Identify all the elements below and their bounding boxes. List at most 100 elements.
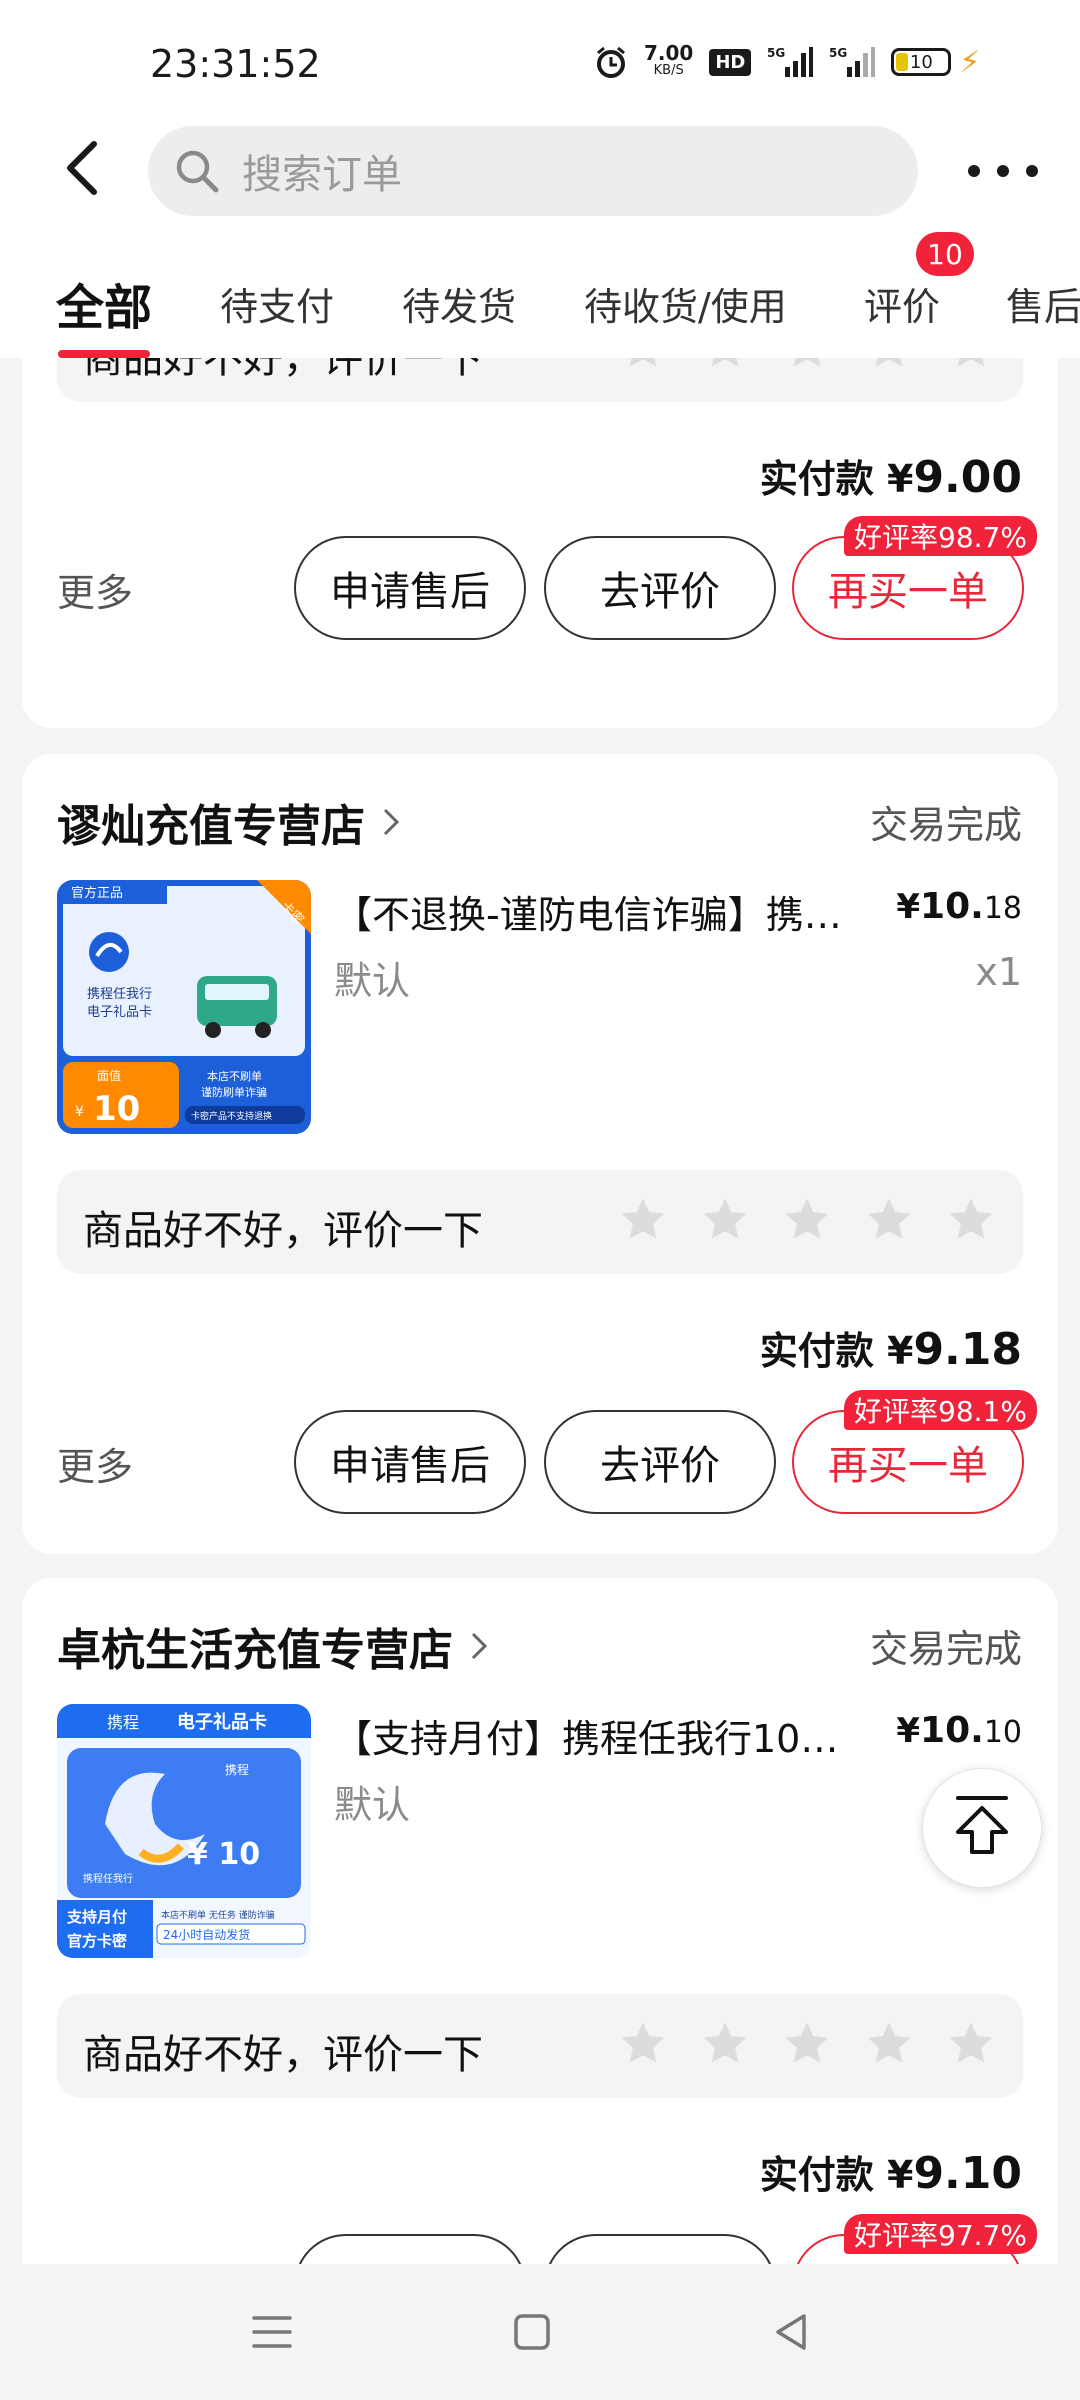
- svg-text:支持月付: 支持月付: [66, 1908, 127, 1926]
- rating-rate-tag: 好评率97.7%: [844, 2214, 1037, 2254]
- review-prompt-box[interactable]: 商品好不好，评价一下: [57, 1170, 1023, 1274]
- rating-stars[interactable]: [617, 2018, 997, 2070]
- chevron-right-icon: [381, 808, 409, 836]
- product-thumbnail[interactable]: 官方正品 卡密 携程任我行 电子礼品卡 面值 ¥ 10 本店不刷单 谨防刷单诈骗…: [57, 880, 311, 1134]
- order-card: 卓杭生活充值专营店 交易完成 携程 电子礼品卡 携程 携程任我行 ¥ 10 支持…: [22, 1578, 1058, 2264]
- home-icon[interactable]: [504, 2304, 560, 2360]
- signal-5g-icon: 5G: [829, 45, 876, 79]
- review-button[interactable]: 去评价: [544, 1410, 776, 1514]
- star-icon[interactable]: [617, 1194, 669, 1246]
- chevron-right-icon: [469, 1632, 497, 1660]
- star-icon[interactable]: [617, 2018, 669, 2070]
- star-icon[interactable]: [863, 1194, 915, 1246]
- paid-amount: 实付款 ¥9.00: [759, 452, 1022, 503]
- star-icon[interactable]: [781, 358, 833, 374]
- svg-text:5G: 5G: [767, 46, 785, 60]
- svg-text:电子礼品卡: 电子礼品卡: [87, 1004, 152, 1020]
- more-options-icon[interactable]: [968, 146, 1038, 196]
- product-spec: 默认: [334, 959, 411, 1003]
- review-prompt-box[interactable]: 商品好不好，评价一下: [57, 358, 1023, 402]
- svg-text:5G: 5G: [829, 46, 847, 60]
- tab-all[interactable]: 全部: [56, 268, 152, 338]
- net-speed: 7.00 KB/S: [644, 41, 694, 78]
- star-icon[interactable]: [699, 358, 751, 374]
- review-button[interactable]: [544, 2234, 776, 2264]
- hd-icon: HD: [709, 48, 752, 76]
- star-icon[interactable]: [945, 358, 997, 374]
- after-sale-button[interactable]: 申请售后: [294, 536, 526, 640]
- svg-text:24小时自动发货: 24小时自动发货: [163, 1927, 250, 1942]
- tab-pending-shipment[interactable]: 待发货: [402, 276, 516, 331]
- rating-rate-tag: 好评率98.1%: [844, 1390, 1037, 1430]
- star-icon[interactable]: [863, 2018, 915, 2070]
- status-bar: 23:31:52 7.00 KB/S HD 5G 5G 10 ⚡: [0, 0, 1080, 130]
- signal-5g-icon: 5G: [767, 45, 814, 79]
- status-time: 23:31:52: [150, 42, 321, 86]
- shop-name[interactable]: 谬灿充值专营店: [57, 790, 409, 854]
- back-icon[interactable]: [52, 138, 112, 198]
- after-sale-button[interactable]: 申请售后: [294, 1410, 526, 1514]
- svg-text:¥: ¥: [75, 1104, 84, 1120]
- svg-text:携程: 携程: [225, 1762, 249, 1777]
- rating-rate-tag: 好评率98.7%: [844, 516, 1037, 556]
- tab-review[interactable]: 评价: [864, 276, 940, 331]
- after-sale-button[interactable]: [294, 2234, 526, 2264]
- more-link[interactable]: 更多: [57, 1436, 133, 1491]
- review-prompt-text: 商品好不好，评价一下: [83, 2032, 483, 2078]
- star-icon[interactable]: [781, 1194, 833, 1246]
- star-icon[interactable]: [617, 358, 669, 374]
- svg-text:电子礼品卡: 电子礼品卡: [177, 1711, 267, 1733]
- arrow-up-icon: [952, 1794, 1012, 1862]
- review-button[interactable]: 去评价: [544, 536, 776, 640]
- svg-text:10: 10: [93, 1089, 140, 1129]
- tab-pending-payment[interactable]: 待支付: [220, 276, 334, 331]
- product-title[interactable]: 【支持月付】携程任我行10元电子礼品卡: [334, 1708, 854, 1763]
- svg-text:官方正品: 官方正品: [71, 885, 123, 901]
- rating-stars[interactable]: [617, 358, 997, 374]
- product-price: ¥10.10: [896, 1710, 1022, 1751]
- order-status: 交易完成: [869, 803, 1022, 847]
- shop-name[interactable]: 卓杭生活充值专营店: [57, 1614, 497, 1678]
- paid-amount: 实付款 ¥9.18: [759, 1324, 1022, 1375]
- star-icon[interactable]: [945, 2018, 997, 2070]
- review-prompt-text: 商品好不好，评价一下: [83, 358, 483, 382]
- svg-text:携程: 携程: [107, 1713, 139, 1732]
- search-placeholder: 搜索订单: [242, 152, 402, 198]
- order-status: 交易完成: [869, 1627, 1022, 1671]
- rating-stars[interactable]: [617, 1194, 997, 1246]
- search-input[interactable]: 搜索订单: [148, 126, 918, 216]
- svg-text:面值: 面值: [97, 1068, 121, 1083]
- svg-text:¥ 10: ¥ 10: [187, 1837, 260, 1872]
- back-to-top-button[interactable]: [922, 1768, 1042, 1888]
- order-tabs: 全部 待支付 待发货 待收货/使用 评价 10 售后: [0, 228, 1080, 358]
- charging-icon: ⚡: [959, 44, 981, 80]
- star-icon[interactable]: [863, 358, 915, 374]
- more-link[interactable]: 更多: [57, 562, 133, 617]
- battery-icon: 10: [891, 48, 952, 76]
- svg-text:携程任我行: 携程任我行: [87, 986, 152, 1002]
- review-prompt-text: 商品好不好，评价一下: [83, 1208, 483, 1254]
- star-icon[interactable]: [945, 1194, 997, 1246]
- product-price: ¥10.18: [896, 886, 1022, 927]
- review-prompt-box[interactable]: 商品好不好，评价一下: [57, 1994, 1023, 2098]
- review-count-badge: 10: [916, 232, 974, 276]
- tab-pending-receipt[interactable]: 待收货/使用: [584, 276, 787, 331]
- menu-icon[interactable]: [244, 2304, 300, 2360]
- order-card: 谬灿充值专营店 交易完成 官方正品 卡密 携程任我行 电子礼品卡 面值 ¥ 10…: [22, 754, 1058, 1554]
- svg-text:卡密产品不支持退换: 卡密产品不支持退换: [191, 1110, 272, 1122]
- svg-text:官方卡密: 官方卡密: [67, 1932, 127, 1950]
- product-title[interactable]: 【不退换-谨防电信诈骗】携程任我行礼品卡: [334, 884, 854, 939]
- star-icon[interactable]: [781, 2018, 833, 2070]
- order-card: 商品好不好，评价一下 实付款 ¥9.00 更多 申请售后 去评价 再买一单 好评…: [22, 358, 1058, 728]
- star-icon[interactable]: [699, 2018, 751, 2070]
- alarm-icon: [594, 45, 628, 79]
- tab-after-sale[interactable]: 售后: [1006, 276, 1080, 331]
- svg-text:本店不刷单 无任务 谨防诈骗: 本店不刷单 无任务 谨防诈骗: [161, 1909, 275, 1921]
- back-nav-icon[interactable]: [764, 2304, 820, 2360]
- star-icon[interactable]: [699, 1194, 751, 1246]
- svg-text:谨防刷单诈骗: 谨防刷单诈骗: [201, 1085, 267, 1099]
- svg-text:本店不刷单: 本店不刷单: [207, 1069, 262, 1083]
- product-spec: 默认: [334, 1783, 411, 1827]
- product-thumbnail[interactable]: 携程 电子礼品卡 携程 携程任我行 ¥ 10 支持月付 官方卡密 本店不刷单 无…: [57, 1704, 311, 1958]
- order-list: 商品好不好，评价一下 实付款 ¥9.00 更多 申请售后 去评价 再买一单 好评…: [0, 358, 1080, 2264]
